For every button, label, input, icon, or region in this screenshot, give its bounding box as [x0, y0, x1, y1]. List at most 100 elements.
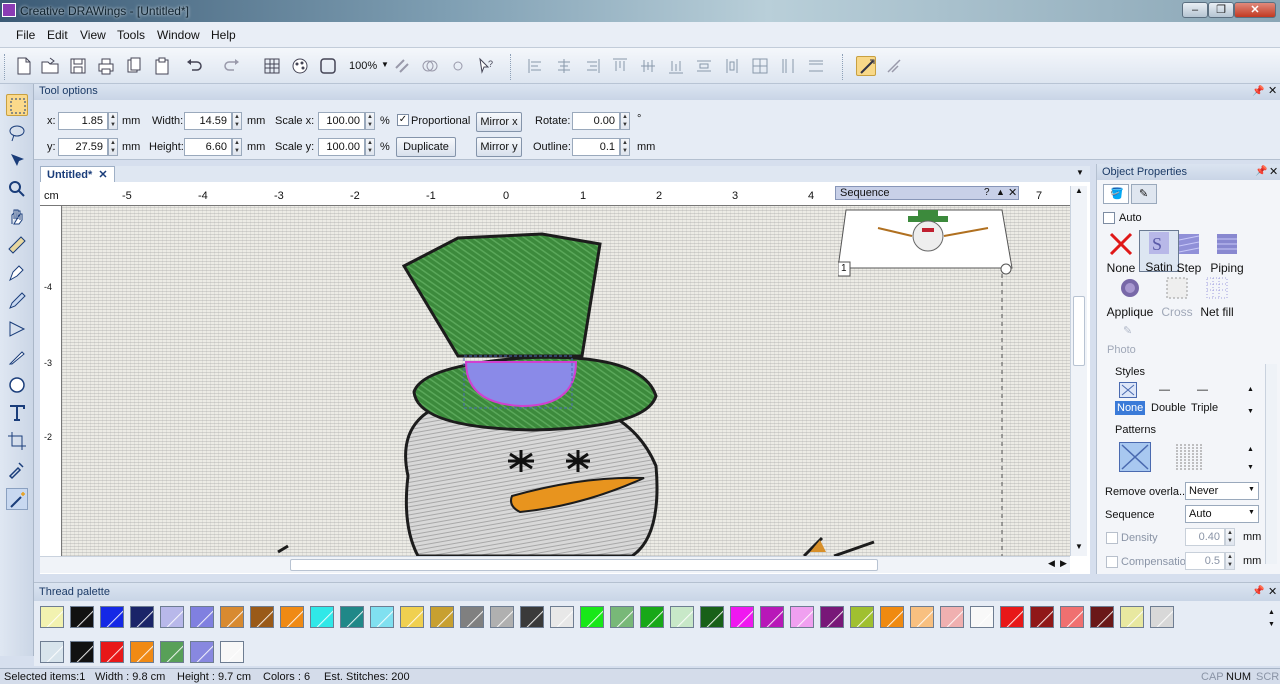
menu-help[interactable]: Help [211, 28, 236, 42]
sequence-select[interactable]: Auto ▼ [1185, 505, 1259, 523]
rotate-input[interactable]: 0.00 [572, 112, 620, 130]
thread-swatch[interactable] [220, 641, 244, 663]
pen-tool-icon[interactable] [6, 262, 28, 284]
needle-tool-icon[interactable] [884, 56, 904, 76]
auto-checkbox[interactable] [1103, 212, 1115, 224]
thread-swatch[interactable] [490, 606, 514, 628]
ruler-tool-icon[interactable] [6, 234, 28, 256]
thread-swatch[interactable] [190, 641, 214, 663]
thread-swatch[interactable] [70, 641, 94, 663]
menu-edit[interactable]: Edit [47, 28, 68, 42]
shape-tool-icon[interactable] [6, 318, 28, 340]
undo-icon[interactable] [184, 56, 204, 76]
thread-swatch[interactable] [610, 606, 634, 628]
stitch-applique[interactable]: Applique [1105, 276, 1155, 319]
style-triple-label[interactable]: Triple [1191, 402, 1218, 414]
height-input[interactable]: 6.60 [184, 138, 232, 156]
ellipse-tool-icon[interactable] [6, 374, 28, 396]
select-tool-icon[interactable] [6, 94, 28, 116]
thread-swatch[interactable] [130, 606, 154, 628]
style-none-icon[interactable] [1119, 382, 1137, 398]
same-width-icon[interactable] [778, 56, 798, 76]
grid-icon[interactable] [262, 56, 282, 76]
thread-swatch[interactable] [40, 606, 64, 628]
align-middle-icon[interactable] [638, 56, 658, 76]
properties-scrollbar[interactable] [1265, 364, 1277, 564]
thread-swatch[interactable] [1090, 606, 1114, 628]
density-spinner[interactable]: ▲ ▼ [1225, 528, 1235, 546]
pin-icon[interactable]: 📌 [1252, 86, 1264, 97]
palette-scroll-up-icon[interactable]: ▲ [1268, 609, 1275, 616]
thread-swatch[interactable] [250, 606, 274, 628]
scalex-spinner[interactable]: ▲ ▼ [365, 112, 375, 130]
thread-swatch[interactable] [1120, 606, 1144, 628]
new-file-icon[interactable] [14, 56, 34, 76]
scalex-input[interactable]: 100.00 [318, 112, 365, 130]
thread-swatch[interactable] [760, 606, 784, 628]
thread-swatch[interactable] [370, 606, 394, 628]
distribute-vertical-icon[interactable] [722, 56, 742, 76]
height-spinner[interactable]: ▲ ▼ [232, 138, 242, 156]
break-icon[interactable] [448, 56, 468, 76]
pan-tool-icon[interactable] [6, 206, 28, 228]
thread-swatch[interactable] [880, 606, 904, 628]
thread-swatch[interactable] [850, 606, 874, 628]
thread-swatch[interactable] [700, 606, 724, 628]
space-grid-icon[interactable] [750, 56, 770, 76]
zoom-level[interactable]: 100% [349, 60, 377, 72]
thread-swatch[interactable] [1030, 606, 1054, 628]
y-input[interactable]: 27.59 [58, 138, 108, 156]
styles-scroll-up-icon[interactable]: ▲ [1247, 386, 1254, 393]
thread-swatch[interactable] [100, 606, 124, 628]
panel-close-icon[interactable]: ✕ [1268, 84, 1277, 97]
stitch-cross[interactable]: Cross [1157, 276, 1197, 319]
panel-close-icon[interactable]: ✕ [1269, 165, 1278, 178]
thread-swatch[interactable] [1060, 606, 1084, 628]
tab-close-icon[interactable]: ✕ [98, 169, 107, 181]
horizontal-scrollbar[interactable]: ◀ ▶ [40, 556, 1070, 573]
thread-swatch[interactable] [430, 606, 454, 628]
outline-tab[interactable]: ✎ [1131, 184, 1157, 204]
thread-swatch[interactable] [160, 641, 184, 663]
same-height-icon[interactable] [806, 56, 826, 76]
align-top-icon[interactable] [610, 56, 630, 76]
compensation-checkbox[interactable] [1106, 556, 1118, 568]
zoom-tool-icon[interactable] [6, 178, 28, 200]
maximize-button[interactable]: ❐ [1208, 2, 1234, 18]
x-input[interactable]: 1.85 [58, 112, 108, 130]
thread-swatch[interactable] [730, 606, 754, 628]
pencil-tool-icon[interactable] [6, 290, 28, 312]
save-icon[interactable] [68, 56, 88, 76]
compensation-spinner[interactable]: ▲ ▼ [1225, 552, 1235, 570]
knife-tool-icon[interactable] [6, 346, 28, 368]
align-center-icon[interactable] [554, 56, 574, 76]
scroll-left-icon[interactable]: ◀ [1048, 558, 1055, 569]
thread-swatch[interactable] [520, 606, 544, 628]
copy-icon[interactable] [124, 56, 144, 76]
thread-swatch[interactable] [460, 606, 484, 628]
thread-swatch[interactable] [820, 606, 844, 628]
duplicate-button[interactable]: Duplicate [396, 137, 456, 157]
panel-close-icon[interactable]: ✕ [1268, 585, 1277, 598]
thread-swatch[interactable] [310, 606, 334, 628]
sequence-collapse-icon[interactable]: ▲ [996, 187, 1005, 197]
distribute-horizontal-icon[interactable] [694, 56, 714, 76]
crop-tool-icon[interactable] [6, 430, 28, 452]
menu-file[interactable]: File [16, 28, 35, 42]
styles-scroll-down-icon[interactable]: ▼ [1247, 408, 1254, 415]
thread-swatch[interactable] [790, 606, 814, 628]
mirror-x-button[interactable]: Mirror x [476, 112, 522, 132]
width-input[interactable]: 14.59 [184, 112, 232, 130]
align-left-icon[interactable] [526, 56, 546, 76]
thread-swatch[interactable] [400, 606, 424, 628]
style-triple-icon[interactable]: — [1197, 384, 1208, 396]
hoop-icon[interactable] [318, 56, 338, 76]
thread-swatch[interactable] [70, 606, 94, 628]
remove-overlap-select[interactable]: Never ▼ [1185, 482, 1259, 500]
y-spinner[interactable]: ▲ ▼ [108, 138, 118, 156]
minimize-button[interactable]: – [1182, 2, 1208, 18]
link-icon[interactable] [392, 56, 412, 76]
node-tool-icon[interactable] [6, 150, 28, 172]
thread-swatch[interactable] [940, 606, 964, 628]
scaley-input[interactable]: 100.00 [318, 138, 365, 156]
